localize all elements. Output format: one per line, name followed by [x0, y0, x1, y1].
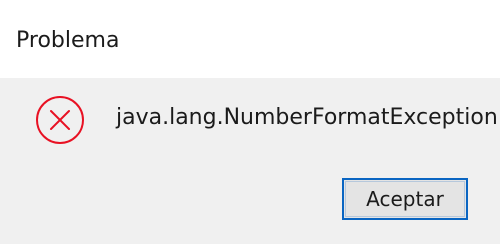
dialog-content: java.lang.NumberFormatException Aceptar: [0, 78, 500, 244]
error-dialog: Problema java.lang.NumberFormatException…: [0, 0, 500, 244]
dialog-title: Problema: [16, 28, 120, 53]
error-icon: [36, 96, 84, 144]
accept-button[interactable]: Aceptar: [342, 178, 468, 220]
dialog-titlebar: Problema: [0, 0, 500, 78]
error-message: java.lang.NumberFormatException: [116, 105, 498, 130]
